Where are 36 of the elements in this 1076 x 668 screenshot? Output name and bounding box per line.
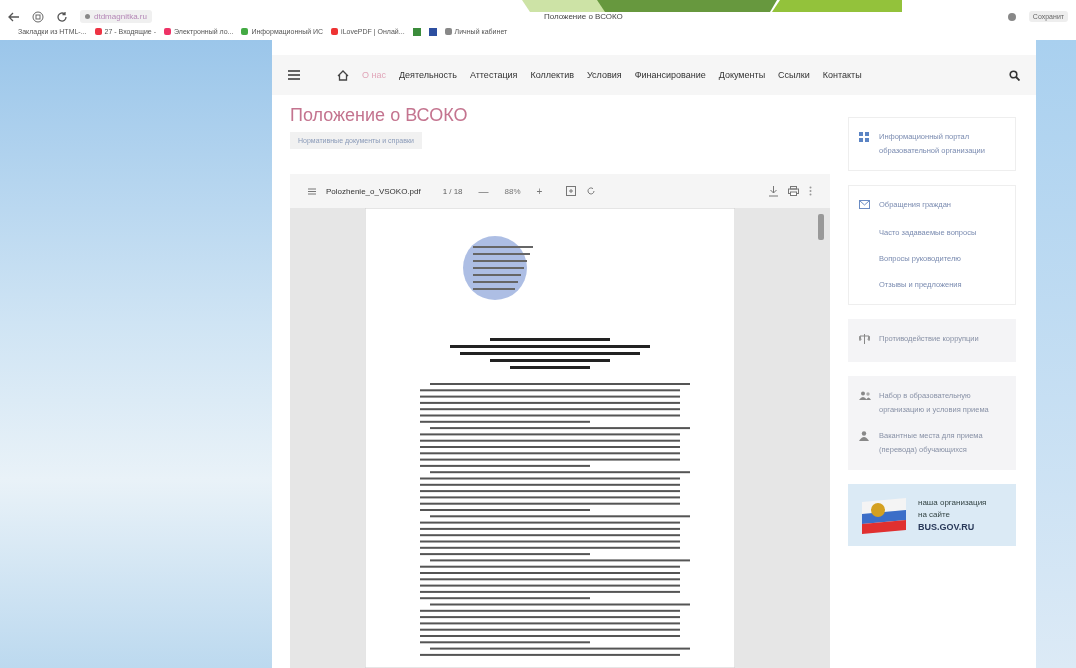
fit-page-icon[interactable] [566,186,577,196]
page-count: / 18 [449,186,463,196]
reload-icon[interactable] [56,10,68,23]
grid-icon [859,132,869,142]
menu-icon[interactable] [288,70,300,80]
nav-link[interactable]: Финансирование [634,70,706,80]
home-icon[interactable] [337,69,349,81]
tab-icon[interactable] [32,10,44,23]
zoom-field[interactable]: 88% [504,186,521,196]
nav-link[interactable]: Документы [718,70,766,80]
page-number-field[interactable]: 1 [442,186,448,196]
nav-link[interactable]: Условия [587,70,622,80]
nav-link[interactable]: Аттестация [469,70,518,80]
back-icon[interactable] [8,11,20,22]
person-icon [859,431,869,441]
page-title: Положение о ВСОКО [543,12,623,22]
download-icon[interactable] [769,185,778,197]
zoom-in-button[interactable]: + [530,184,549,198]
page-heading: Положение о ВСОКО [290,105,469,126]
bus-gov-banner[interactable]: наша организация на сайте BUS.GOV.RU [848,484,1016,546]
extension-icon[interactable] [1006,11,1017,22]
nav-link[interactable]: Контакты [822,70,862,80]
nav-link[interactable]: Деятельность [399,70,457,80]
file-name: Polozhenie_o_VSOKO.pdf [326,186,421,196]
print-icon[interactable] [788,186,799,196]
rotate-icon[interactable] [586,186,597,196]
zoom-out-button[interactable]: — [472,184,495,198]
nav-link[interactable]: Коллектив [530,70,574,80]
more-icon[interactable] [809,186,812,196]
search-icon[interactable] [1009,69,1020,81]
mail-icon [859,200,870,209]
scrollbar[interactable] [818,214,824,240]
scales-icon [859,334,870,344]
people-icon [859,391,871,400]
menu-icon[interactable] [308,187,316,195]
nav-link[interactable]: Ссылки [778,70,810,80]
